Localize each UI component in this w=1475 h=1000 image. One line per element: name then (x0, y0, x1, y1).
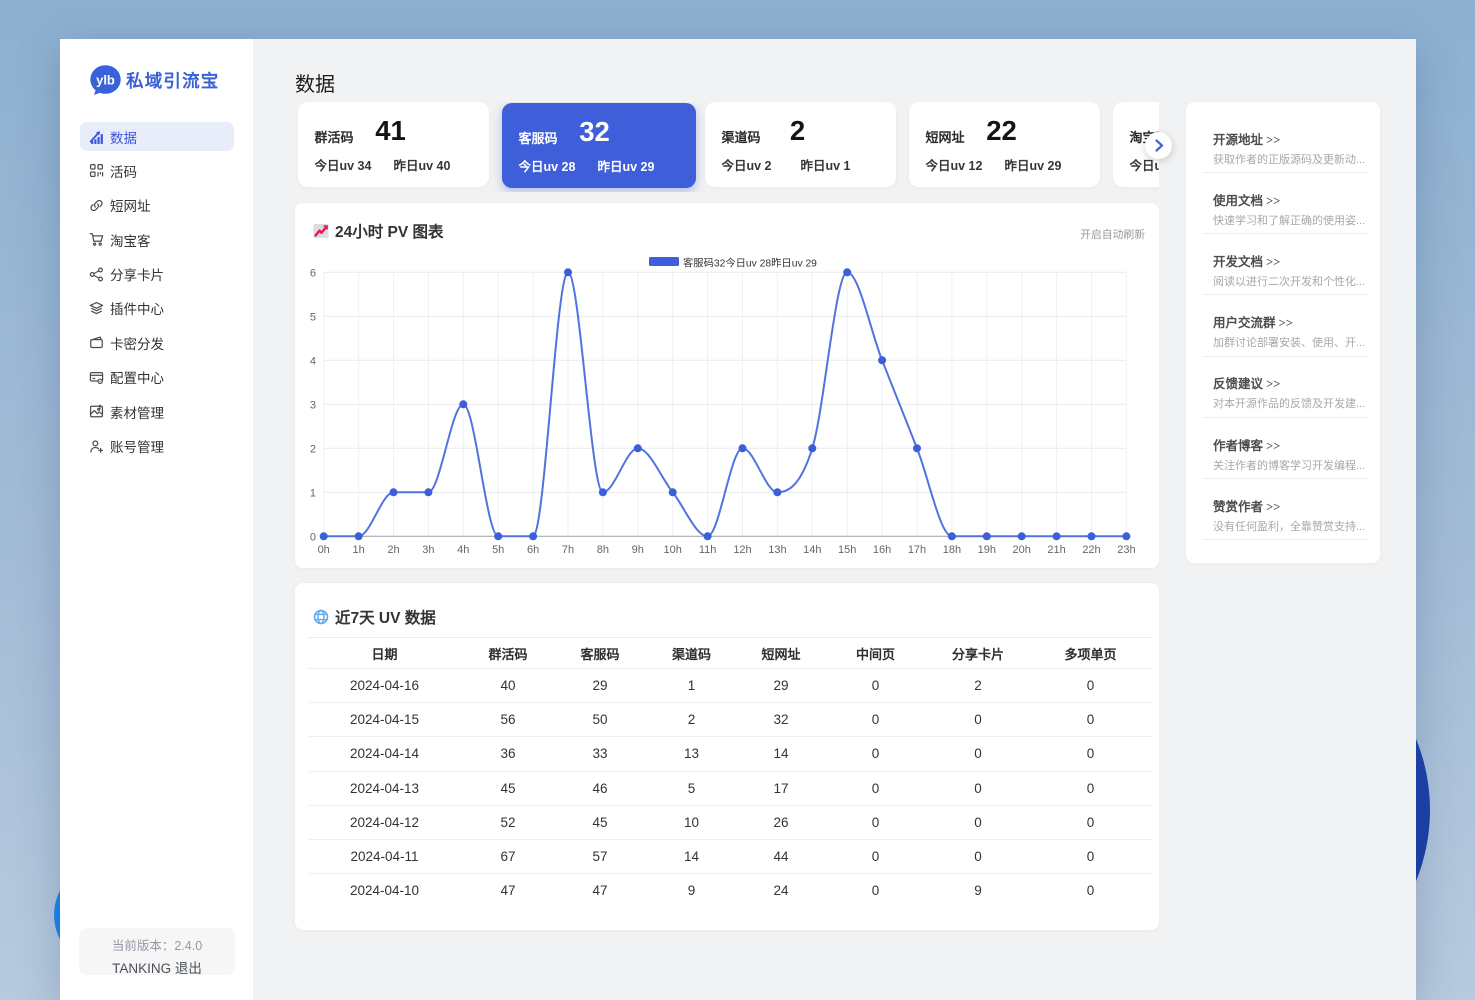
svg-text:6: 6 (310, 267, 316, 279)
svg-text:11h: 11h (699, 544, 717, 556)
svg-text:20h: 20h (1013, 544, 1031, 556)
svg-text:21h: 21h (1047, 544, 1065, 556)
svg-text:23h: 23h (1117, 544, 1135, 556)
svg-text:17h: 17h (908, 544, 926, 556)
svg-text:3h: 3h (422, 544, 434, 556)
svg-text:16h: 16h (873, 544, 891, 556)
svg-text:18h: 18h (943, 544, 961, 556)
svg-text:1: 1 (310, 487, 316, 499)
svg-text:12h: 12h (733, 544, 751, 556)
svg-text:0h: 0h (318, 544, 330, 556)
svg-text:4: 4 (310, 355, 316, 367)
svg-text:客服码32今日uv 28昨日uv 29: 客服码32今日uv 28昨日uv 29 (683, 257, 817, 270)
svg-text:2h: 2h (387, 544, 399, 556)
svg-text:8h: 8h (597, 544, 609, 556)
svg-text:0: 0 (310, 531, 316, 543)
svg-text:1h: 1h (352, 544, 364, 556)
svg-text:9h: 9h (632, 544, 644, 556)
svg-text:4h: 4h (457, 544, 469, 556)
svg-text:2: 2 (310, 443, 316, 455)
svg-text:22h: 22h (1082, 544, 1100, 556)
svg-text:15h: 15h (838, 544, 856, 556)
svg-text:5h: 5h (492, 544, 504, 556)
svg-text:5: 5 (310, 311, 316, 323)
svg-text:6h: 6h (527, 544, 539, 556)
svg-text:7h: 7h (562, 544, 574, 556)
svg-text:ylb: ylb (96, 73, 115, 88)
svg-text:14h: 14h (803, 544, 821, 556)
svg-text:13h: 13h (768, 544, 786, 556)
svg-text:19h: 19h (978, 544, 996, 556)
svg-text:10h: 10h (664, 544, 682, 556)
svg-text:3: 3 (310, 399, 316, 411)
